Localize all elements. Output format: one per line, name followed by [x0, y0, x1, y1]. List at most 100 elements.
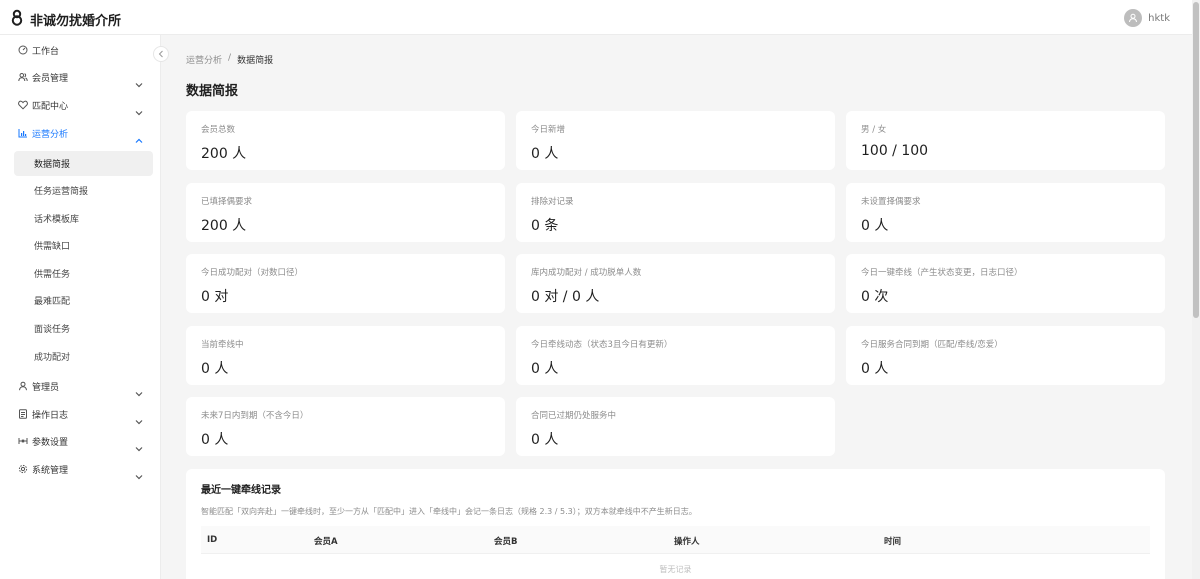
breadcrumb-separator: / [228, 53, 232, 63]
sidebar-subitem-hardest-match[interactable]: 最难匹配 [14, 288, 153, 313]
chevron-down-icon [135, 465, 143, 484]
stat-label: 今日一键牵线（产生状态变更，日志口径） [861, 268, 1023, 278]
column-header-time[interactable]: 时间 [884, 535, 901, 547]
app-title: 非诚勿扰婚介所 [30, 14, 122, 29]
stat-label: 男 / 女 [861, 125, 887, 135]
chevron-down-icon [135, 437, 143, 456]
user-menu[interactable]: hktk [1124, 9, 1170, 27]
sidebar-item-logs[interactable]: 操作日志 [0, 402, 161, 426]
stat-value: 0 条 [531, 218, 559, 234]
stat-value: 0 对 [201, 289, 229, 305]
heart-icon [18, 100, 28, 110]
sidebar-item-analytics[interactable]: 运营分析 [0, 121, 161, 145]
sidebar-item-label: 系统管理 [32, 465, 69, 476]
panel-description: 智能匹配「双向奔赴」一键牵线时，至少一方从「匹配中」进入「牵线中」会记一条日志（… [201, 507, 697, 516]
sidebar-subitem-supply-tasks[interactable]: 供需任务 [14, 261, 153, 286]
chevron-down-icon [135, 382, 143, 401]
stat-label: 今日新增 [531, 125, 566, 135]
members-icon [18, 72, 28, 82]
sidebar-item-label: 管理员 [32, 382, 60, 393]
stat-value: 200 人 [201, 218, 247, 234]
gear-icon [18, 464, 28, 474]
sidebar-item-matching[interactable]: 匹配中心 [0, 93, 161, 117]
sidebar-item-label: 会员管理 [32, 73, 69, 84]
column-header-id[interactable]: ID [207, 535, 217, 545]
log-icon [18, 409, 28, 419]
stat-value: 0 次 [861, 289, 889, 305]
sidebar-item-params[interactable]: 参数设置 [0, 429, 161, 453]
stat-card-success-today: 今日成功配对（对数口径） 0 对 [186, 254, 505, 313]
stat-label: 合同已过期仍处服务中 [531, 411, 617, 421]
stat-label: 已填择偶要求 [201, 197, 253, 207]
stat-card-gender-ratio: 男 / 女 100 / 100 [846, 111, 1165, 170]
column-header-operator[interactable]: 操作人 [674, 535, 700, 547]
stat-card-new-today: 今日新增 0 人 [516, 111, 835, 170]
sidebar-subitem-success-pairs[interactable]: 成功配对 [14, 344, 153, 369]
sidebar-item-workbench[interactable]: 工作台 [0, 38, 161, 62]
page-title: 数据简报 [186, 84, 239, 99]
sidebar-subitem-interview-tasks[interactable]: 面谈任务 [14, 316, 153, 341]
stat-card-exclusion-records: 排除对记录 0 条 [516, 183, 835, 242]
stat-value: 0 人 [531, 432, 559, 448]
logo-icon [10, 9, 24, 30]
stat-card-contract-expiring-today: 今日服务合同到期（匹配/牵线/恋爱） 0 人 [846, 326, 1165, 385]
stat-label: 会员总数 [201, 125, 236, 135]
sidebar-item-admins[interactable]: 管理员 [0, 374, 161, 398]
sidebar-item-label: 参数设置 [32, 437, 69, 448]
user-icon [18, 381, 28, 391]
stat-value: 0 人 [201, 361, 229, 377]
stat-card-oneclick-today: 今日一键牵线（产生状态变更，日志口径） 0 次 [846, 254, 1165, 313]
stat-card-current-matching: 当前牵线中 0 人 [186, 326, 505, 385]
table-header: ID 会员A 会员B 操作人 时间 [201, 526, 1150, 554]
stat-value: 0 对 / 0 人 [531, 289, 600, 305]
sidebar-item-label: 运营分析 [32, 129, 69, 140]
stat-card-matching-activity-today: 今日牵线动态（状态3且今日有更新） 0 人 [516, 326, 835, 385]
stat-card-expiring-7days: 未来7日内到期（不含今日） 0 人 [186, 397, 505, 456]
page-scrollbar[interactable] [1192, 0, 1200, 579]
sidebar-subitem-data-brief[interactable]: 数据简报 [14, 151, 153, 176]
sidebar-subitem-supply-gap[interactable]: 供需缺口 [14, 233, 153, 258]
stat-value: 100 / 100 [861, 143, 929, 159]
chevron-down-icon [135, 73, 143, 92]
breadcrumb-parent[interactable]: 运营分析 [186, 53, 222, 66]
sidebar: 工作台 会员管理 匹配中心 运营分析 数据简报 任务运营简报 话术模板库 供需缺… [0, 35, 161, 579]
stat-card-filled-requirements: 已填择偶要求 200 人 [186, 183, 505, 242]
stat-label: 未来7日内到期（不含今日） [201, 411, 309, 421]
stat-value: 0 人 [531, 361, 559, 377]
column-header-member-b[interactable]: 会员B [494, 535, 517, 547]
column-header-member-a[interactable]: 会员A [314, 535, 338, 547]
stat-label: 今日成功配对（对数口径） [201, 268, 304, 278]
chevron-down-icon [135, 410, 143, 429]
chevron-down-icon [135, 101, 143, 120]
stat-label: 未设置择偶要求 [861, 197, 921, 207]
sidebar-item-members[interactable]: 会员管理 [0, 65, 161, 89]
stat-card-success-total: 库内成功配对 / 成功脱单人数 0 对 / 0 人 [516, 254, 835, 313]
stat-card-no-requirements: 未设置择偶要求 0 人 [846, 183, 1165, 242]
stat-label: 今日服务合同到期（匹配/牵线/恋爱） [861, 340, 1003, 350]
stat-label: 库内成功配对 / 成功脱单人数 [531, 268, 642, 278]
sidebar-subitem-task-brief[interactable]: 任务运营简报 [14, 178, 153, 203]
breadcrumb: 运营分析 / 数据简报 [186, 53, 273, 66]
stat-value: 0 人 [201, 432, 229, 448]
panel-title: 最近一键牵线记录 [201, 485, 281, 496]
avatar[interactable] [1124, 9, 1143, 27]
chevron-up-icon [135, 129, 143, 148]
sidebar-collapse-button[interactable] [153, 46, 169, 62]
sidebar-item-label: 匹配中心 [32, 101, 69, 112]
stat-value: 200 人 [201, 146, 247, 162]
scrollbar-thumb[interactable] [1193, 2, 1199, 318]
sidebar-item-label: 操作日志 [32, 410, 69, 421]
stat-label: 排除对记录 [531, 197, 574, 207]
sidebar-item-label: 工作台 [32, 46, 60, 57]
stat-card-total-members: 会员总数 200 人 [186, 111, 505, 170]
sidebar-subitem-script-templates[interactable]: 话术模板库 [14, 206, 153, 231]
username[interactable]: hktk [1148, 13, 1170, 24]
stat-value: 0 人 [531, 146, 559, 162]
stat-label: 当前牵线中 [201, 340, 244, 350]
top-header: 非诚勿扰婚介所 hktk [0, 0, 1200, 35]
app-logo[interactable]: 非诚勿扰婚介所 [10, 9, 121, 30]
chevron-left-icon [158, 50, 163, 58]
recent-oneclick-panel: 最近一键牵线记录 智能匹配「双向奔赴」一键牵线时，至少一方从「匹配中」进入「牵线… [186, 469, 1165, 579]
stat-label: 今日牵线动态（状态3且今日有更新） [531, 340, 673, 350]
sidebar-item-system[interactable]: 系统管理 [0, 457, 161, 481]
